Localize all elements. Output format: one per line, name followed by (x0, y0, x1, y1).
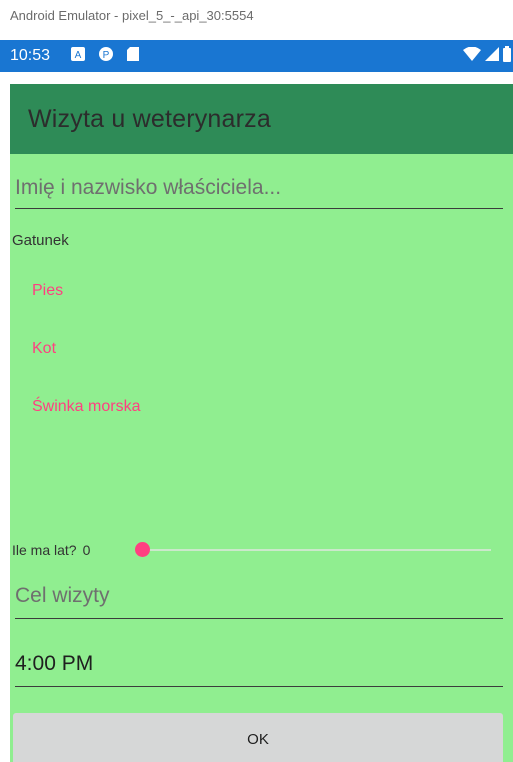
notification-a-icon: A (70, 46, 86, 67)
emulator-window-title: Android Emulator - pixel_5_-_api_30:5554 (10, 8, 254, 23)
signal-icon (485, 46, 499, 66)
p-icon: P (98, 46, 114, 67)
age-slider-track[interactable] (141, 549, 491, 551)
owner-name-field[interactable]: Imię i nazwisko właściciela... (15, 176, 503, 209)
ok-button[interactable]: OK (13, 713, 503, 762)
species-option-pies[interactable]: Pies (32, 282, 63, 300)
battery-icon (503, 45, 511, 67)
age-value: 0 (82, 542, 91, 558)
app-header: Wizyta u weterynarza (10, 84, 513, 154)
species-option-swinka-morska[interactable]: Świnka morska (32, 398, 140, 416)
age-slider-thumb[interactable] (135, 542, 150, 557)
time-picker[interactable]: 4:00 PM (15, 652, 503, 687)
android-status-bar: 10:53 A P (0, 40, 513, 72)
svg-text:P: P (103, 50, 110, 61)
app-window: Wizyta u weterynarza Imię i nazwisko wła… (10, 84, 513, 762)
visit-purpose-field[interactable]: Cel wizyty (15, 584, 503, 619)
species-option-kot[interactable]: Kot (32, 340, 56, 358)
wifi-icon (463, 46, 481, 66)
species-label: Gatunek (12, 232, 69, 249)
age-label: Ile ma lat? (12, 542, 77, 558)
svg-text:A: A (75, 50, 82, 61)
sd-card-icon (126, 46, 140, 67)
page-title: Wizyta u weterynarza (28, 104, 271, 133)
status-time: 10:53 (10, 47, 51, 64)
status-system-icons (463, 45, 511, 67)
status-notification-icons: A P (70, 46, 140, 67)
age-row: Ile ma lat? 0 (12, 538, 502, 562)
